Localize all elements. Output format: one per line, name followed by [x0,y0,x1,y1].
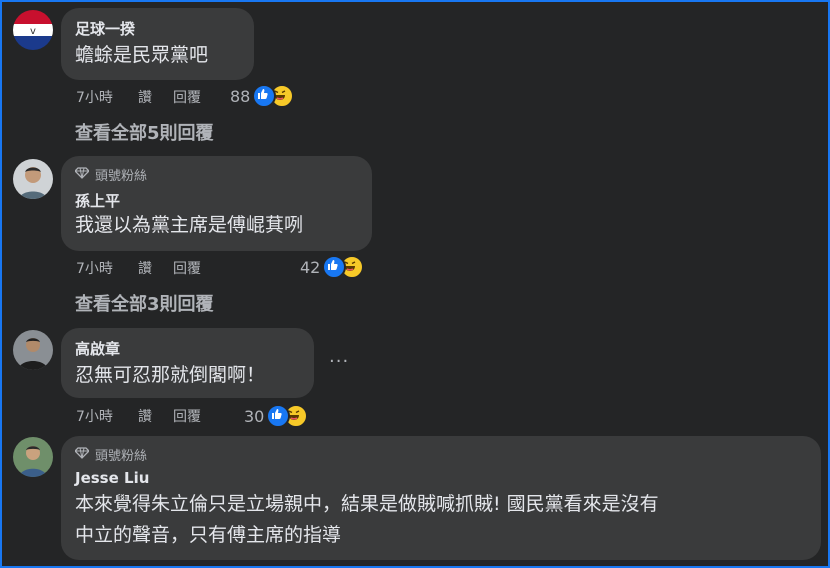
comment-text: 蟾蜍是民眾黨吧 [75,44,209,66]
view-replies-link[interactable]: 查看全部3則回覆 [75,290,214,316]
badge-label: 頭號粉絲 [95,449,148,464]
comment-time[interactable]: 7小時 [76,87,113,107]
reply-button[interactable]: 回覆 [173,87,201,107]
reaction-summary[interactable]: 42 [300,255,365,279]
comment-text-line-2: 中立的聲音，只有傅主席的指導 [75,524,342,546]
comment-author[interactable]: 孫上平 [75,190,120,211]
svg-text:v: v [30,26,36,37]
comment-text-line-1: 本來覺得朱立倫只是立場親中，結果是做賊喊抓賊! 國民黨看來是沒有 [75,493,659,515]
like-button[interactable]: 讚 [138,87,152,107]
more-options-icon[interactable]: ··· [329,351,349,372]
avatar-comment-1[interactable]: v [13,10,53,50]
comment-author[interactable]: 高啟章 [75,338,120,359]
comment-author[interactable]: 足球一揆 [75,18,135,39]
comment-bubble-2: 頭號粉絲 孫上平 我還以為黨主席是傅崐萁咧 [61,156,372,251]
comment-time[interactable]: 7小時 [76,258,113,278]
comment-author[interactable]: Jesse Liu [75,469,149,487]
reply-button[interactable]: 回覆 [173,406,201,426]
diamond-icon [74,166,90,183]
top-fan-badge: 頭號粉絲 [74,445,148,464]
avatar-comment-3[interactable] [13,330,53,370]
avatar-comment-2[interactable] [13,159,53,199]
reaction-count: 88 [230,86,251,106]
comment-text: 忍無可忍那就倒閣啊！ [75,364,266,386]
reaction-summary[interactable]: 88 [230,84,295,108]
comment-time[interactable]: 7小時 [76,406,113,426]
top-fan-badge: 頭號粉絲 [74,165,148,184]
reaction-count: 42 [300,257,321,277]
reply-button[interactable]: 回覆 [173,258,201,278]
view-replies-link[interactable]: 查看全部5則回覆 [75,119,214,145]
badge-label: 頭號粉絲 [95,169,148,184]
comment-bubble-3: 高啟章 忍無可忍那就倒閣啊！ [61,328,314,398]
avatar-comment-4[interactable] [13,437,53,477]
reaction-summary[interactable]: 30 [244,404,309,428]
comment-bubble-4: 頭號粉絲 Jesse Liu 本來覺得朱立倫只是立場親中，結果是做賊喊抓賊! 國… [61,436,821,560]
diamond-icon [74,446,90,463]
reaction-count: 30 [244,406,265,426]
like-button[interactable]: 讚 [138,258,152,278]
like-button[interactable]: 讚 [138,406,152,426]
comment-bubble-1: 足球一揆 蟾蜍是民眾黨吧 [61,8,254,80]
comment-text: 我還以為黨主席是傅崐萁咧 [75,214,304,236]
